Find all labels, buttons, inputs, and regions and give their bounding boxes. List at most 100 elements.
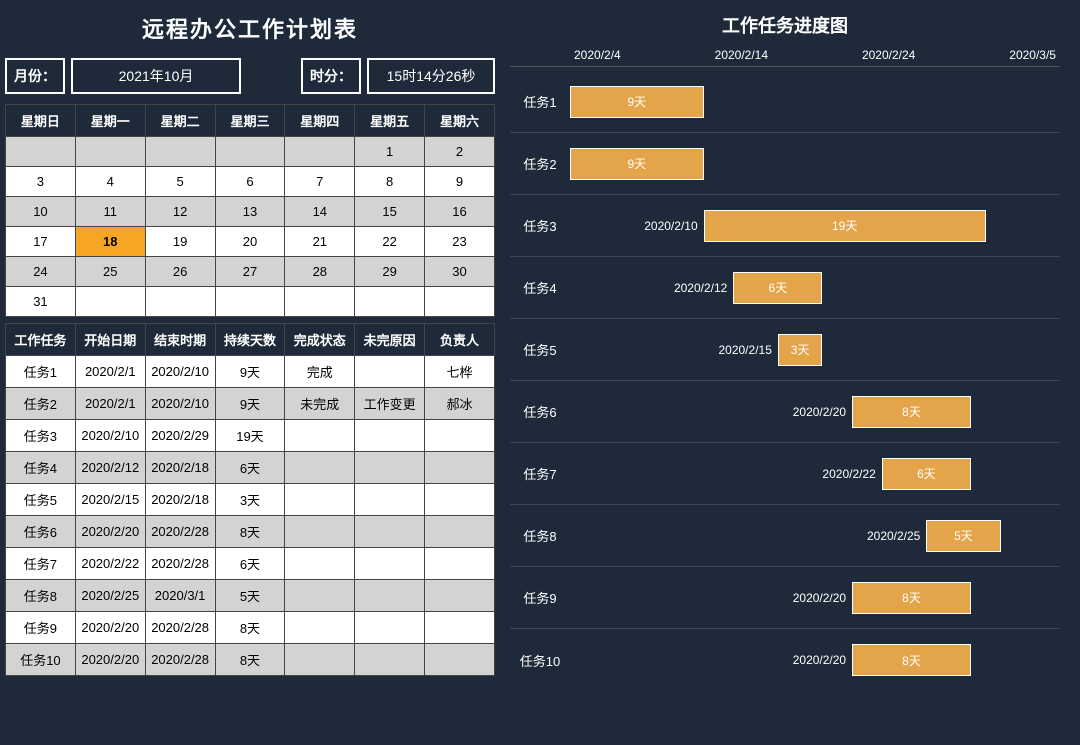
- task-cell: 工作变更: [355, 388, 425, 420]
- gantt-row: 任务102020/2/208天: [510, 629, 1060, 691]
- calendar-header: 星期一: [75, 105, 145, 137]
- task-cell: 19天: [215, 420, 285, 452]
- gantt-start-label: 2020/2/20: [570, 591, 852, 605]
- task-cell: 2020/2/28: [145, 548, 215, 580]
- gantt-bar: 9天: [570, 148, 704, 180]
- task-cell: [355, 420, 425, 452]
- task-cell: [355, 612, 425, 644]
- calendar-cell[interactable]: 20: [215, 227, 285, 257]
- calendar-cell[interactable]: 27: [215, 257, 285, 287]
- task-cell: 6天: [215, 548, 285, 580]
- task-cell: [285, 548, 355, 580]
- task-cell: [285, 612, 355, 644]
- task-header: 负责人: [425, 324, 495, 356]
- task-cell: 任务1: [6, 356, 76, 388]
- gantt-task-label: 任务10: [510, 651, 570, 670]
- gantt-row: 任务72020/2/226天: [510, 443, 1060, 505]
- calendar-cell[interactable]: 29: [355, 257, 425, 287]
- gantt-task-label: 任务3: [510, 216, 570, 235]
- calendar-cell[interactable]: 4: [75, 167, 145, 197]
- gantt-bar: 19天: [704, 210, 986, 242]
- task-cell: 2020/2/18: [145, 452, 215, 484]
- calendar-cell[interactable]: 31: [6, 287, 76, 317]
- calendar-cell[interactable]: [6, 137, 76, 167]
- calendar-cell[interactable]: [215, 137, 285, 167]
- calendar-cell[interactable]: 30: [425, 257, 495, 287]
- calendar-cell[interactable]: 13: [215, 197, 285, 227]
- task-cell: 2020/2/12: [75, 452, 145, 484]
- task-cell: 2020/2/25: [75, 580, 145, 612]
- calendar-cell[interactable]: 5: [145, 167, 215, 197]
- calendar-cell[interactable]: [75, 287, 145, 317]
- task-cell: [355, 516, 425, 548]
- gantt-row: 任务82020/2/255天: [510, 505, 1060, 567]
- task-cell: 8天: [215, 644, 285, 676]
- calendar-cell[interactable]: 22: [355, 227, 425, 257]
- axis-tick: 2020/3/5: [1009, 48, 1056, 62]
- calendar-cell[interactable]: 17: [6, 227, 76, 257]
- gantt-body: 任务19天任务29天任务32020/2/1019天任务42020/2/126天任…: [510, 71, 1060, 691]
- calendar-cell[interactable]: [285, 137, 355, 167]
- calendar-cell[interactable]: 7: [285, 167, 355, 197]
- task-cell: 9天: [215, 388, 285, 420]
- calendar-cell[interactable]: 8: [355, 167, 425, 197]
- calendar-cell[interactable]: [425, 287, 495, 317]
- gantt-start-label: 2020/2/12: [570, 281, 733, 295]
- gantt-task-label: 任务1: [510, 92, 570, 111]
- gantt-start-label: 2020/2/20: [570, 405, 852, 419]
- calendar-cell[interactable]: 16: [425, 197, 495, 227]
- chart-title: 工作任务进度图: [510, 8, 1060, 48]
- month-label: 月份：: [5, 58, 65, 94]
- calendar-cell[interactable]: 24: [6, 257, 76, 287]
- gantt-row: 任务62020/2/208天: [510, 381, 1060, 443]
- time-value: 15时14分26秒: [367, 58, 495, 94]
- page-title: 远程办公工作计划表: [0, 0, 500, 58]
- calendar-cell[interactable]: 15: [355, 197, 425, 227]
- task-cell: 任务3: [6, 420, 76, 452]
- calendar-cell[interactable]: 19: [145, 227, 215, 257]
- task-header: 未完原因: [355, 324, 425, 356]
- task-cell: 8天: [215, 612, 285, 644]
- task-cell: 2020/2/1: [75, 356, 145, 388]
- calendar-cell[interactable]: [285, 287, 355, 317]
- calendar-cell[interactable]: 28: [285, 257, 355, 287]
- time-label: 时分：: [301, 58, 361, 94]
- calendar-cell[interactable]: [355, 287, 425, 317]
- calendar-cell[interactable]: 3: [6, 167, 76, 197]
- calendar-cell[interactable]: 2: [425, 137, 495, 167]
- gantt-task-label: 任务9: [510, 588, 570, 607]
- task-cell: [425, 580, 495, 612]
- gantt-bar: 6天: [882, 458, 971, 490]
- gantt-task-label: 任务5: [510, 340, 570, 359]
- calendar-cell[interactable]: 1: [355, 137, 425, 167]
- calendar-cell[interactable]: 23: [425, 227, 495, 257]
- calendar-header: 星期四: [285, 105, 355, 137]
- calendar-cell[interactable]: [145, 287, 215, 317]
- calendar-cell[interactable]: 21: [285, 227, 355, 257]
- calendar-cell[interactable]: [215, 287, 285, 317]
- meta-row: 月份： 2021年10月 时分： 15时14分26秒: [0, 58, 500, 100]
- calendar-cell[interactable]: 12: [145, 197, 215, 227]
- calendar-cell[interactable]: 18: [75, 227, 145, 257]
- calendar-cell[interactable]: 10: [6, 197, 76, 227]
- task-header: 持续天数: [215, 324, 285, 356]
- task-cell: 8天: [215, 516, 285, 548]
- calendar-cell[interactable]: 11: [75, 197, 145, 227]
- axis-tick: 2020/2/24: [862, 48, 915, 62]
- calendar-cell[interactable]: 25: [75, 257, 145, 287]
- gantt-start-label: 2020/2/25: [570, 529, 926, 543]
- task-cell: 2020/2/10: [145, 388, 215, 420]
- task-cell: [425, 516, 495, 548]
- calendar-cell[interactable]: 6: [215, 167, 285, 197]
- calendar-cell[interactable]: [75, 137, 145, 167]
- calendar-cell[interactable]: 26: [145, 257, 215, 287]
- calendar-cell[interactable]: 9: [425, 167, 495, 197]
- calendar-header: 星期二: [145, 105, 215, 137]
- task-cell: 郝冰: [425, 388, 495, 420]
- calendar-cell[interactable]: [145, 137, 215, 167]
- task-cell: 任务8: [6, 580, 76, 612]
- calendar-header: 星期六: [425, 105, 495, 137]
- gantt-start-label: 2020/2/10: [570, 219, 704, 233]
- gantt-bar: 9天: [570, 86, 704, 118]
- calendar-cell[interactable]: 14: [285, 197, 355, 227]
